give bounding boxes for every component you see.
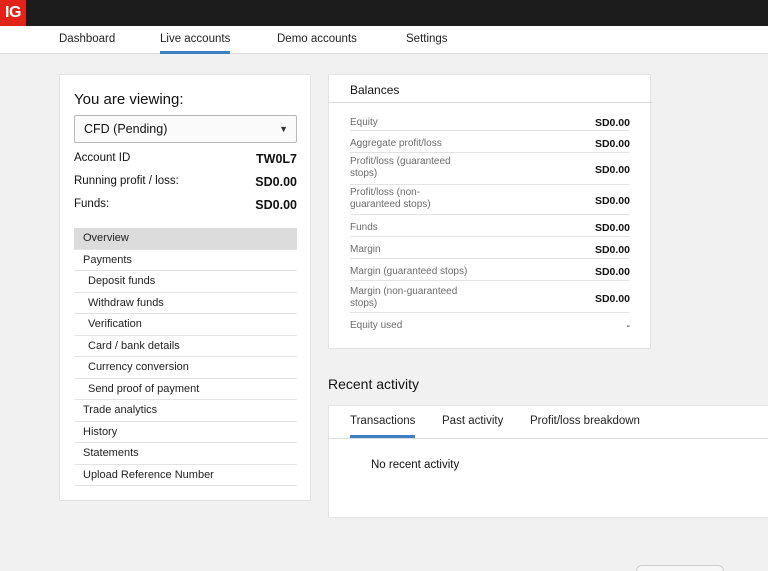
- balance-row-funds: Funds SD0.00: [350, 215, 630, 237]
- balance-row-equity: Equity SD0.00: [350, 113, 630, 131]
- floating-button[interactable]: [636, 565, 724, 571]
- account-select[interactable]: CFD (Pending) ▼: [74, 115, 297, 143]
- balance-label: Profit/loss (guaranteed stops): [350, 156, 451, 179]
- ig-logo[interactable]: IG: [0, 0, 26, 26]
- main-nav: Dashboard Live accounts Demo accounts Se…: [0, 26, 768, 54]
- balance-label: Equity used: [350, 320, 403, 331]
- menu-item-send-proof-of-payment[interactable]: Send proof of payment: [74, 379, 297, 400]
- account-select-value: CFD (Pending): [84, 122, 168, 136]
- menu-item-deposit-funds[interactable]: Deposit funds: [74, 271, 297, 293]
- menu-item-trade-analytics[interactable]: Trade analytics: [74, 400, 297, 422]
- tab-demo-accounts[interactable]: Demo accounts: [277, 26, 357, 54]
- tab-live-accounts[interactable]: Live accounts: [160, 26, 231, 54]
- balance-value: SD0.00: [594, 164, 630, 176]
- balance-value: SD0.00: [594, 266, 630, 278]
- balance-row-equity-used: Equity used -: [350, 313, 630, 337]
- balances-title: Balances: [350, 83, 400, 97]
- balance-value: SD0.00: [594, 244, 630, 256]
- balance-row-pl-non-guaranteed: Profit/loss (non-guaranteed stops) SD0.0…: [350, 185, 630, 215]
- recent-activity-title: Recent activity: [328, 376, 420, 392]
- account-menu: Overview Payments Deposit funds Withdraw…: [74, 228, 297, 486]
- menu-item-currency-conversion[interactable]: Currency conversion: [74, 357, 297, 379]
- running-pl-label: Running profit / loss:: [74, 175, 179, 187]
- menu-item-statements[interactable]: Statements: [74, 443, 297, 465]
- account-id-row: Account ID TW0L7: [74, 152, 297, 170]
- empty-state-message: No recent activity: [371, 459, 460, 471]
- menu-item-upload-reference-number[interactable]: Upload Reference Number: [74, 465, 297, 486]
- balance-label: Margin (non-guaranteed stops): [350, 286, 458, 309]
- caret-down-icon: ▼: [279, 124, 288, 134]
- balance-value: SD0.00: [594, 138, 630, 150]
- running-pl-row: Running profit / loss: SD0.00: [74, 175, 297, 193]
- menu-item-overview[interactable]: Overview: [74, 228, 297, 250]
- menu-item-withdraw-funds[interactable]: Withdraw funds: [74, 293, 297, 314]
- balance-label: Aggregate profit/loss: [350, 138, 442, 149]
- account-panel: You are viewing: CFD (Pending) ▼ Account…: [59, 74, 311, 501]
- balance-row-margin-non-guaranteed: Margin (non-guaranteed stops) SD0.00: [350, 281, 630, 313]
- divider: [329, 438, 768, 439]
- balance-label: Profit/loss (non-guaranteed stops): [350, 187, 431, 210]
- balance-label: Margin (guaranteed stops): [350, 266, 468, 277]
- balance-label: Equity: [350, 117, 378, 128]
- tab-profit-loss-breakdown[interactable]: Profit/loss breakdown: [530, 406, 640, 438]
- tab-transactions[interactable]: Transactions: [350, 406, 416, 438]
- menu-item-payments[interactable]: Payments: [74, 250, 297, 271]
- funds-value: SD0.00: [255, 198, 297, 212]
- tab-past-activity[interactable]: Past activity: [442, 406, 503, 438]
- tab-dashboard[interactable]: Dashboard: [59, 26, 115, 54]
- recent-activity-panel: Transactions Past activity Profit/loss b…: [328, 405, 768, 518]
- balance-label: Margin: [350, 244, 381, 255]
- menu-item-card-bank-details[interactable]: Card / bank details: [74, 336, 297, 357]
- funds-row: Funds: SD0.00: [74, 198, 297, 216]
- balance-row-margin-guaranteed: Margin (guaranteed stops) SD0.00: [350, 259, 630, 281]
- menu-item-verification[interactable]: Verification: [74, 314, 297, 336]
- balance-value: SD0.00: [594, 293, 630, 305]
- balance-value: SD0.00: [594, 117, 630, 129]
- tab-settings[interactable]: Settings: [406, 26, 448, 54]
- balance-value: SD0.00: [594, 222, 630, 234]
- account-id-value: TW0L7: [256, 152, 297, 166]
- account-id-label: Account ID: [74, 152, 131, 164]
- balance-row-aggregate-pl: Aggregate profit/loss SD0.00: [350, 131, 630, 153]
- balance-row-margin: Margin SD0.00: [350, 237, 630, 259]
- balances-panel: Balances Equity SD0.00 Aggregate profit/…: [328, 74, 652, 349]
- top-bar: IG: [0, 0, 768, 26]
- divider: [329, 102, 652, 103]
- funds-label: Funds:: [74, 198, 110, 210]
- running-pl-value: SD0.00: [255, 175, 297, 189]
- balance-row-pl-guaranteed: Profit/loss (guaranteed stops) SD0.00: [350, 153, 630, 185]
- balance-value: SD0.00: [594, 195, 630, 207]
- viewing-title: You are viewing:: [74, 91, 184, 108]
- menu-item-history[interactable]: History: [74, 422, 297, 443]
- balance-value: -: [626, 320, 631, 332]
- balance-label: Funds: [350, 222, 378, 233]
